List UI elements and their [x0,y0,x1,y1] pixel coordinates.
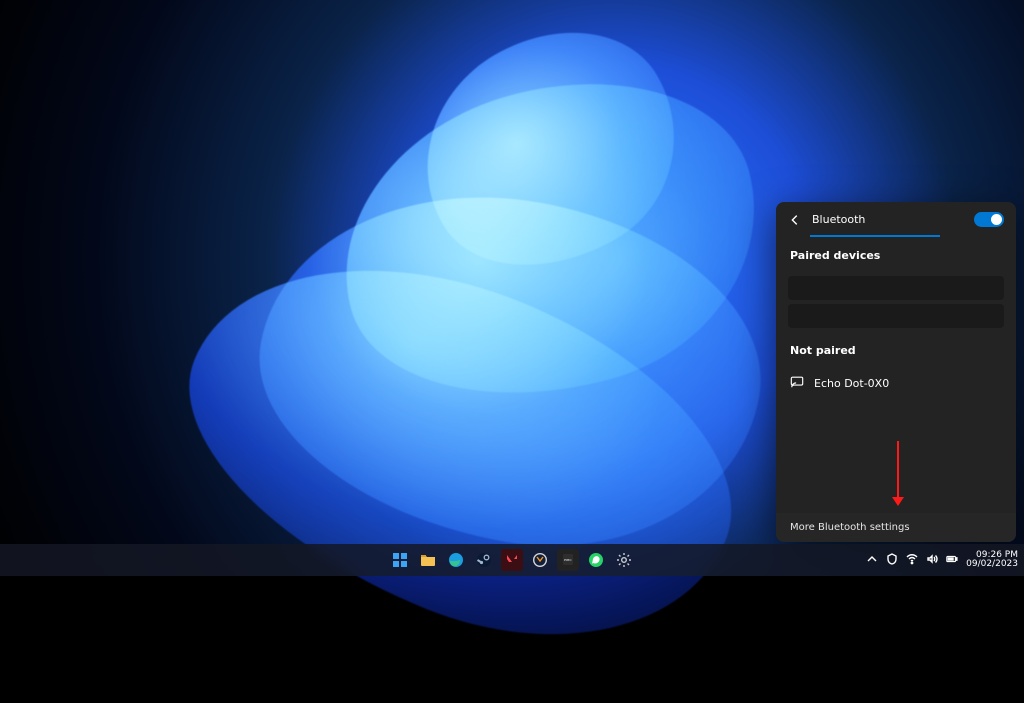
valorant-icon[interactable] [501,549,523,571]
explorer-icon[interactable] [417,549,439,571]
tray-wifi-icon[interactable] [906,553,918,568]
taskbar-clock[interactable]: 09:26 PM 09/02/2023 [966,551,1018,570]
device-cast-icon [790,375,804,392]
unpaired-device-label: Echo Dot-0X0 [814,377,889,390]
tray-chevron-icon[interactable] [866,553,878,568]
clock-date: 09/02/2023 [966,560,1018,569]
paired-device-row[interactable] [788,276,1004,300]
panel-title: Bluetooth [812,213,964,226]
overwatch-icon[interactable] [529,549,551,571]
annotation-arrow [892,441,904,506]
bluetooth-toggle[interactable] [974,212,1004,227]
more-bluetooth-settings-link[interactable]: More Bluetooth settings [776,513,1016,542]
paired-devices-heading: Paired devices [776,237,1016,272]
back-arrow-icon[interactable] [788,213,802,227]
taskbar-center: EPIC [389,549,635,571]
start-button[interactable] [389,549,411,571]
paired-device-row[interactable] [788,304,1004,328]
tray-volume-icon[interactable] [926,553,938,568]
steam-icon[interactable] [473,549,495,571]
system-tray: 09:26 PM 09/02/2023 [866,551,1018,570]
whatsapp-icon[interactable] [585,549,607,571]
tray-battery-icon[interactable] [946,553,958,568]
settings-icon[interactable] [613,549,635,571]
unpaired-device-row[interactable]: Echo Dot-0X0 [776,367,1016,400]
tray-security-icon[interactable] [886,553,898,568]
epic-icon[interactable]: EPIC [557,549,579,571]
edge-icon[interactable] [445,549,467,571]
svg-text:EPIC: EPIC [564,558,572,562]
not-paired-heading: Not paired [776,332,1016,367]
taskbar: EPIC 09:26 PM 09/02/2023 [0,544,1024,576]
